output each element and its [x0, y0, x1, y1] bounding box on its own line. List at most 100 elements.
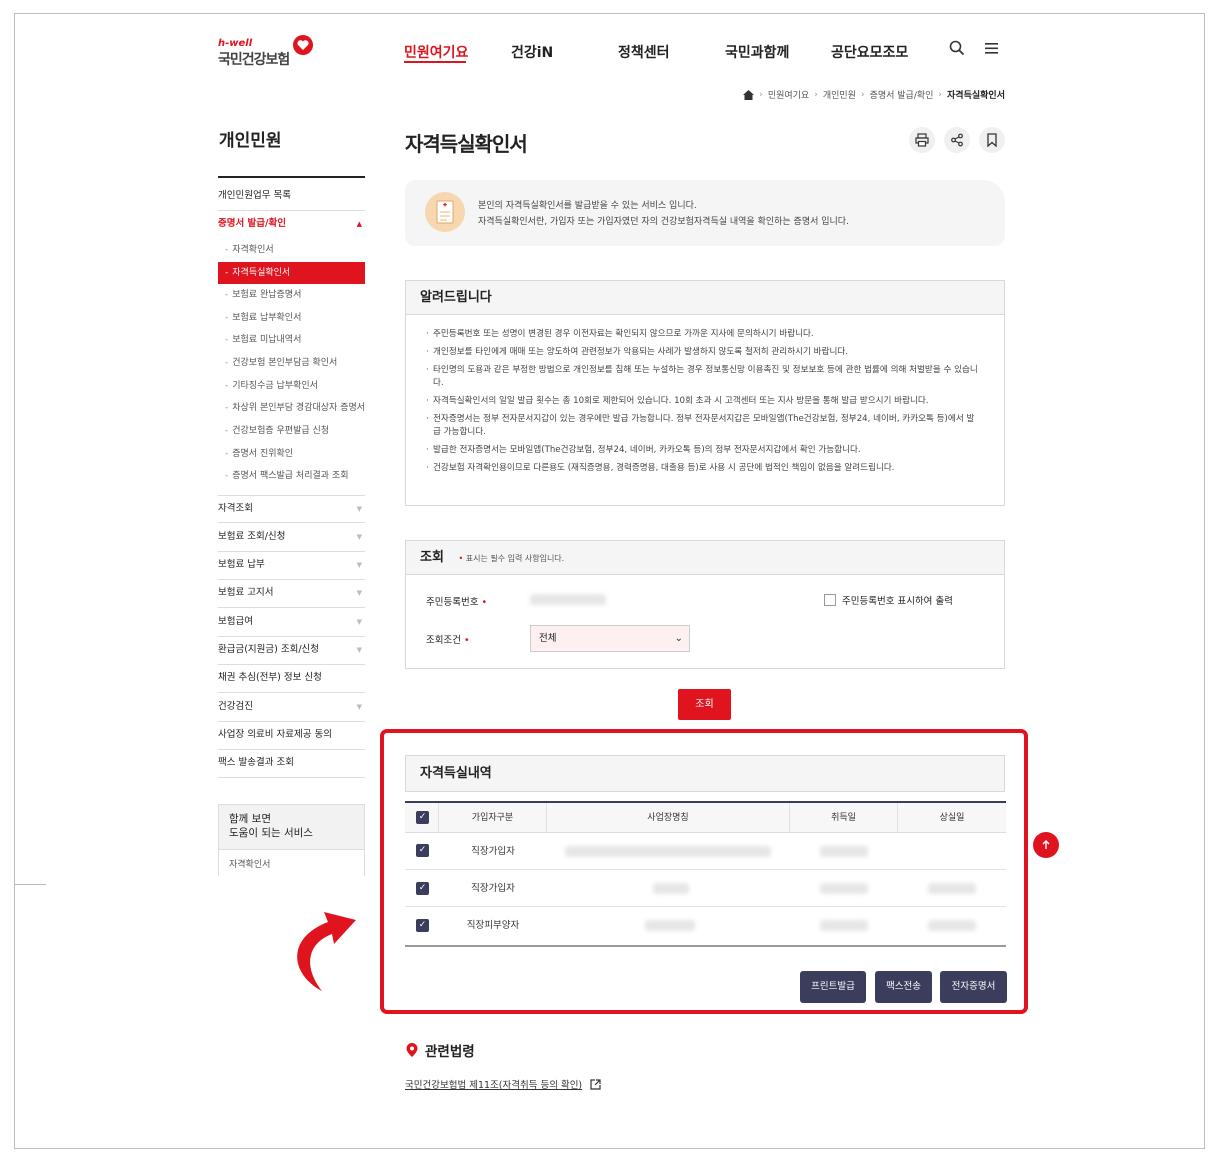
sidebar-subitem[interactable]: - 보험료 미납내역서 [225, 329, 301, 351]
fax-send-button[interactable]: 팩스전송 [875, 971, 932, 1003]
chevron-down-icon: ▼ [356, 703, 362, 711]
nav-minwon[interactable]: 민원여기요 [404, 42, 468, 62]
scroll-top-button[interactable] [1033, 832, 1059, 858]
query-button[interactable]: 조회 [678, 689, 731, 720]
logo-brand: h-well [218, 38, 253, 49]
sidebar-item[interactable]: 건강검진 ▼ [218, 694, 365, 722]
sidebar-item[interactable]: 자격조회 ▼ [218, 495, 365, 523]
share-icon [951, 133, 963, 147]
external-link-icon [590, 1078, 601, 1090]
share-button[interactable] [944, 127, 970, 153]
row-checkbox[interactable]: ✓ [416, 919, 429, 932]
select-all-checkbox[interactable]: ✓ [416, 811, 429, 824]
sidebar-item[interactable]: 보험급여 ▼ [218, 609, 365, 637]
sidebar-subitem[interactable]: - 보험료 완납증명서 [225, 284, 301, 306]
law-title: 관련법령 [425, 1044, 475, 1060]
sidebar-subitem[interactable]: - 증명서 진위확인 [225, 443, 293, 465]
row-checkbox[interactable]: ✓ [416, 882, 429, 895]
sidebar-subitem[interactable]: - 보험료 납부확인서 [225, 307, 301, 329]
divider [405, 945, 1006, 947]
sidebar-subitem[interactable]: - 건강보험증 우편발급 신청 [225, 420, 329, 442]
sidebar-item-label: 개인민원업무 목록 [218, 190, 291, 201]
curved-arrow-icon [297, 912, 356, 991]
sidebar-item[interactable]: 보험료 납부 ▼ [218, 552, 365, 580]
menu-icon[interactable] [985, 40, 999, 56]
law-link[interactable]: 국민건강보험법 제11조(자격취득 등의 확인) [405, 1077, 601, 1091]
row-checkbox[interactable]: ✓ [416, 844, 429, 857]
site-logo[interactable]: h-well 국민건강보험 [218, 30, 318, 70]
sidebar-item[interactable]: 팩스 발송결과 조회 [218, 750, 365, 778]
nav-active-underline [404, 61, 466, 63]
print-icon [915, 133, 929, 147]
list-item: 발급한 전자증명서는 모바일앱(The건강보험, 정부24, 네이버, 카카오톡… [426, 444, 982, 457]
redacted-cell [928, 920, 976, 931]
column-header: 상실일 [939, 813, 965, 823]
sidebar-item[interactable]: 보험료 고지서 ▼ [218, 580, 365, 608]
list-item: 자격득실확인서의 일일 발급 횟수는 총 10회로 제한되어 있습니다. 10회… [426, 395, 982, 408]
member-type: 직장가입자 [471, 846, 515, 857]
sidebar-item-certificate[interactable]: 증명서 발급/확인 ▲ [218, 211, 365, 239]
sidebar-item[interactable]: 사업장 의료비 자료제공 동의 [218, 722, 365, 750]
redacted-cell [928, 883, 976, 894]
breadcrumb-item[interactable]: 민원여기요 [768, 88, 809, 101]
e-certificate-button[interactable]: 전자증명서 [940, 971, 1007, 1003]
table-row[interactable]: ✓ 직장가입자 [405, 833, 1006, 870]
related-service-link[interactable]: 자격확인서 [219, 850, 364, 877]
table-row[interactable]: ✓ 직장가입자 [405, 870, 1006, 907]
notice-box: 알려드립니다 주민등록번호 또는 성명이 변경된 경우 이전자료는 확인되지 않… [405, 280, 1005, 506]
intro-text: 자격득실확인서란, 가입자 또는 가입자였던 자의 건강보험자격득실 내역을 확… [478, 217, 849, 227]
related-services-box: 함께 보면 도움이 되는 서비스 자격확인서 [218, 804, 365, 876]
redacted-cell [820, 883, 868, 894]
redacted-cell [820, 920, 868, 931]
nav-about[interactable]: 공단요모조모 [831, 42, 908, 62]
sidebar-subitem-active[interactable]: - 자격득실확인서 [218, 262, 365, 284]
list-item: 주민등록번호 또는 성명이 변경된 경우 이전자료는 확인되지 않으므로 가까운… [426, 328, 982, 341]
member-type: 직장피부양자 [466, 920, 520, 931]
print-issue-button[interactable]: 프린트발급 [800, 971, 866, 1003]
breadcrumb-item[interactable]: 증명서 발급/확인 [870, 88, 934, 101]
chevron-down-icon: ▼ [356, 533, 362, 541]
sidebar-subitem[interactable]: - 차상위 본인부담 경감대상자 증명서 [225, 397, 365, 419]
chevron-down-icon: ▼ [356, 646, 362, 654]
print-rrn-checkbox[interactable]: 주민등록번호 표시하여 출력 [824, 593, 953, 607]
arrow-up-icon [1042, 840, 1050, 849]
print-button[interactable] [909, 127, 935, 153]
nav-policy[interactable]: 정책센터 [618, 42, 670, 62]
condition-select[interactable]: 전체 ⌄ [530, 625, 690, 652]
related-services-title: 도움이 되는 서비스 [229, 827, 313, 839]
table-row[interactable]: ✓ 직장피부양자 [405, 907, 1006, 944]
sidebar-item-label: 증명서 발급/확인 [218, 218, 286, 229]
nav-with-people[interactable]: 국민과함께 [725, 42, 789, 62]
logo-name: 국민건강보험 [218, 52, 290, 68]
sidebar-item[interactable]: 환급금(지원금) 조회/신청 ▼ [218, 637, 365, 665]
checkbox[interactable] [824, 594, 836, 606]
sidebar-subitem[interactable]: - 자격확인서 [225, 239, 274, 261]
nav-health-in[interactable]: 건강iN [511, 42, 553, 62]
bookmark-button[interactable] [979, 127, 1005, 153]
page-title: 자격득실확인서 [405, 132, 528, 156]
sidebar-subitem[interactable]: - 기타징수금 납부확인서 [225, 375, 318, 397]
sidebar-item[interactable]: 보험료 조회/신청 ▼ [218, 524, 365, 552]
breadcrumb-item[interactable]: 개인민원 [823, 88, 856, 101]
history-title: 자격득실내역 [406, 756, 1004, 791]
list-item: 타인명의 도용과 같은 부정한 방법으로 개인정보를 침해 또는 누설하는 경우… [426, 364, 982, 390]
chevron-down-icon: ⌄ [674, 633, 683, 644]
search-icon[interactable] [949, 40, 965, 56]
sidebar-item[interactable]: 채권 추심(전부) 정보 신청 [218, 665, 365, 693]
bookmark-icon [987, 133, 997, 147]
column-header: 가입자구분 [439, 803, 547, 833]
sidebar-subitem[interactable]: - 증명서 팩스발급 처리결과 조회 [225, 465, 348, 487]
home-icon[interactable] [743, 89, 755, 100]
notice-title: 알려드립니다 [406, 281, 1004, 315]
sidebar-subitem[interactable]: - 건강보험 본인부담금 확인서 [225, 352, 337, 374]
sidebar-item-menu-list[interactable]: 개인민원업무 목록 [218, 183, 365, 211]
document-icon [425, 192, 465, 232]
print-rrn-label: 주민등록번호 표시하여 출력 [842, 596, 953, 607]
query-form: 조회 • 표시는 필수 입력 사항입니다. 주민등록번호 • 주민등록번호 표시… [405, 540, 1005, 669]
chevron-down-icon: ▼ [356, 561, 362, 569]
redacted-cell [820, 846, 868, 857]
divider [14, 884, 46, 885]
sidebar-title: 개인민원 [219, 131, 282, 151]
history-section: 자격득실내역 [405, 755, 1005, 792]
rrn-value-redacted [530, 594, 606, 605]
